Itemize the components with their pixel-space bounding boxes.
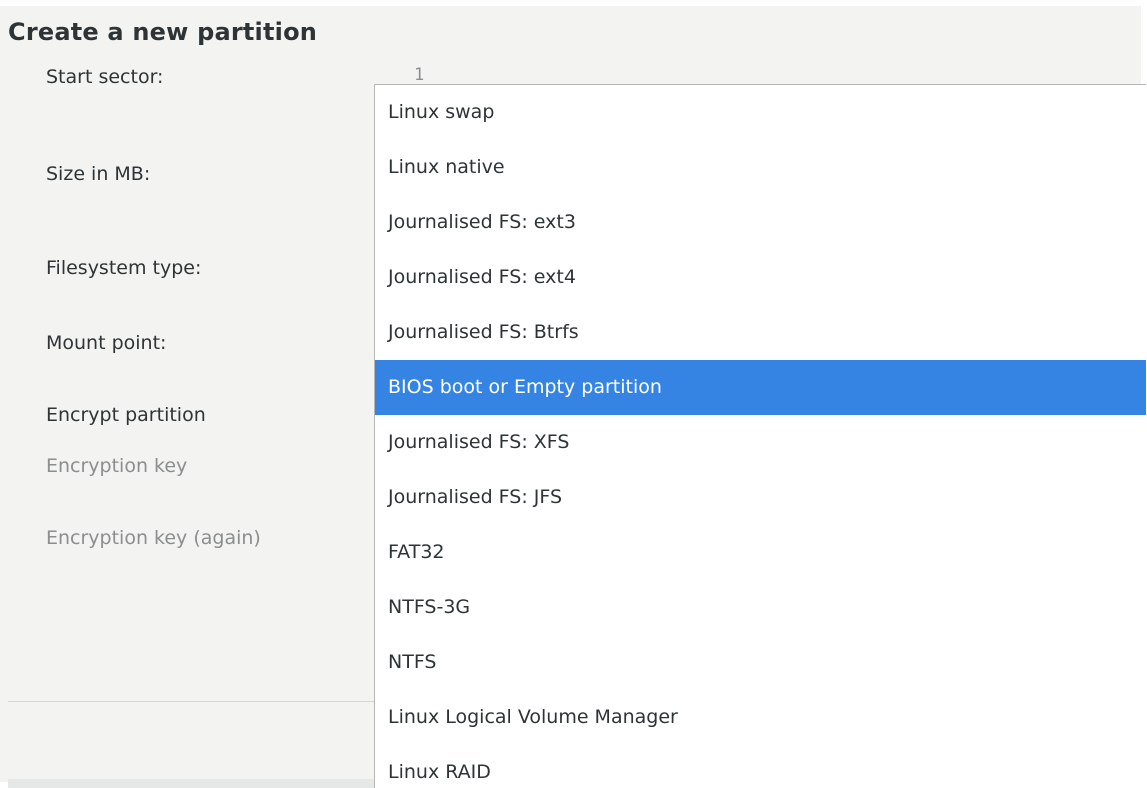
option-ntfs[interactable]: NTFS xyxy=(375,635,1146,690)
option-lvm[interactable]: Linux Logical Volume Manager xyxy=(375,690,1146,745)
encryption-key-again-label: Encryption key (again) xyxy=(46,527,261,549)
start-sector-label: Start sector: xyxy=(46,66,164,88)
option-bios-boot-selected[interactable]: BIOS boot or Empty partition xyxy=(375,360,1146,415)
encryption-key-label: Encryption key xyxy=(46,455,188,477)
size-label: Size in MB: xyxy=(46,163,151,185)
filesystem-type-label: Filesystem type: xyxy=(46,257,202,279)
option-linux-raid[interactable]: Linux RAID xyxy=(375,745,1146,788)
option-ntfs-3g[interactable]: NTFS-3G xyxy=(375,580,1146,635)
option-ext3[interactable]: Journalised FS: ext3 xyxy=(375,195,1146,250)
encrypt-partition-label[interactable]: Encrypt partition xyxy=(46,404,206,426)
filesystem-type-dropdown-list[interactable]: Linux swap Linux native Journalised FS: … xyxy=(374,84,1146,788)
dialog-title: Create a new partition xyxy=(8,18,318,46)
option-ext4[interactable]: Journalised FS: ext4 xyxy=(375,250,1146,305)
option-linux-swap[interactable]: Linux swap xyxy=(375,85,1146,140)
option-btrfs[interactable]: Journalised FS: Btrfs xyxy=(375,305,1146,360)
mount-point-label: Mount point: xyxy=(46,332,167,354)
option-jfs[interactable]: Journalised FS: JFS xyxy=(375,470,1146,525)
option-fat32[interactable]: FAT32 xyxy=(375,525,1146,580)
button-area-separator xyxy=(8,701,376,702)
start-sector-field[interactable]: 1 xyxy=(414,65,424,85)
option-linux-native[interactable]: Linux native xyxy=(375,140,1146,195)
dialog-bottom-edge xyxy=(8,779,376,788)
option-xfs[interactable]: Journalised FS: XFS xyxy=(375,415,1146,470)
